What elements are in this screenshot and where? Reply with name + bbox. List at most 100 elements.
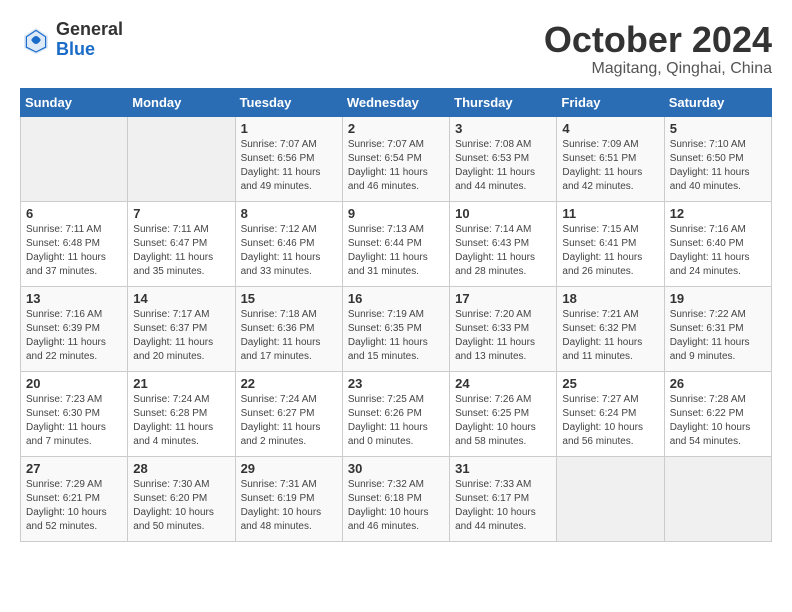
- calendar-cell: 1 Sunrise: 7:07 AMSunset: 6:56 PMDaylight…: [235, 116, 342, 201]
- day-info: Sunrise: 7:22 AMSunset: 6:31 PMDaylight:…: [670, 308, 766, 364]
- day-number: 17: [455, 291, 551, 306]
- calendar-week-row: 6 Sunrise: 7:11 AMSunset: 6:48 PMDaylight…: [21, 201, 772, 286]
- calendar-cell: 20 Sunrise: 7:23 AMSunset: 6:30 PMDayligh…: [21, 371, 128, 456]
- day-number: 24: [455, 376, 551, 391]
- day-info: Sunrise: 7:16 AMSunset: 6:39 PMDaylight:…: [26, 308, 122, 364]
- day-info: Sunrise: 7:12 AMSunset: 6:46 PMDaylight:…: [241, 223, 337, 279]
- day-number: 2: [348, 121, 444, 136]
- day-number: 26: [670, 376, 766, 391]
- day-number: 31: [455, 461, 551, 476]
- calendar-cell: [664, 456, 771, 541]
- day-info: Sunrise: 7:14 AMSunset: 6:43 PMDaylight:…: [455, 223, 551, 279]
- day-number: 9: [348, 206, 444, 221]
- calendar-cell: 14 Sunrise: 7:17 AMSunset: 6:37 PMDayligh…: [128, 286, 235, 371]
- weekday-header-row: SundayMondayTuesdayWednesdayThursdayFrid…: [21, 88, 772, 116]
- calendar-cell: 9 Sunrise: 7:13 AMSunset: 6:44 PMDaylight…: [342, 201, 449, 286]
- calendar-cell: 7 Sunrise: 7:11 AMSunset: 6:47 PMDaylight…: [128, 201, 235, 286]
- day-number: 28: [133, 461, 229, 476]
- calendar-table: SundayMondayTuesdayWednesdayThursdayFrid…: [20, 88, 772, 542]
- calendar-week-row: 13 Sunrise: 7:16 AMSunset: 6:39 PMDayligh…: [21, 286, 772, 371]
- day-info: Sunrise: 7:25 AMSunset: 6:26 PMDaylight:…: [348, 393, 444, 449]
- calendar-cell: 24 Sunrise: 7:26 AMSunset: 6:25 PMDayligh…: [450, 371, 557, 456]
- day-info: Sunrise: 7:17 AMSunset: 6:37 PMDaylight:…: [133, 308, 229, 364]
- calendar-cell: 22 Sunrise: 7:24 AMSunset: 6:27 PMDayligh…: [235, 371, 342, 456]
- weekday-header: Sunday: [21, 88, 128, 116]
- day-number: 21: [133, 376, 229, 391]
- day-info: Sunrise: 7:27 AMSunset: 6:24 PMDaylight:…: [562, 393, 658, 449]
- weekday-header: Friday: [557, 88, 664, 116]
- day-number: 27: [26, 461, 122, 476]
- day-number: 13: [26, 291, 122, 306]
- calendar-cell: 23 Sunrise: 7:25 AMSunset: 6:26 PMDayligh…: [342, 371, 449, 456]
- logo: General Blue: [20, 20, 123, 60]
- day-info: Sunrise: 7:33 AMSunset: 6:17 PMDaylight:…: [455, 478, 551, 534]
- day-info: Sunrise: 7:23 AMSunset: 6:30 PMDaylight:…: [26, 393, 122, 449]
- day-info: Sunrise: 7:30 AMSunset: 6:20 PMDaylight:…: [133, 478, 229, 534]
- day-number: 14: [133, 291, 229, 306]
- calendar-cell: 25 Sunrise: 7:27 AMSunset: 6:24 PMDayligh…: [557, 371, 664, 456]
- day-number: 29: [241, 461, 337, 476]
- calendar-cell: 21 Sunrise: 7:24 AMSunset: 6:28 PMDayligh…: [128, 371, 235, 456]
- day-number: 3: [455, 121, 551, 136]
- calendar-cell: 26 Sunrise: 7:28 AMSunset: 6:22 PMDayligh…: [664, 371, 771, 456]
- day-info: Sunrise: 7:13 AMSunset: 6:44 PMDaylight:…: [348, 223, 444, 279]
- day-info: Sunrise: 7:08 AMSunset: 6:53 PMDaylight:…: [455, 138, 551, 194]
- day-info: Sunrise: 7:07 AMSunset: 6:54 PMDaylight:…: [348, 138, 444, 194]
- weekday-header: Tuesday: [235, 88, 342, 116]
- day-number: 20: [26, 376, 122, 391]
- calendar-cell: 19Sunrise: 7:22 AMSunset: 6:31 PMDayligh…: [664, 286, 771, 371]
- day-number: 30: [348, 461, 444, 476]
- day-info: Sunrise: 7:15 AMSunset: 6:41 PMDaylight:…: [562, 223, 658, 279]
- day-info: Sunrise: 7:32 AMSunset: 6:18 PMDaylight:…: [348, 478, 444, 534]
- day-info: Sunrise: 7:28 AMSunset: 6:22 PMDaylight:…: [670, 393, 766, 449]
- logo-icon: [20, 24, 52, 56]
- month-title: October 2024: [544, 20, 772, 60]
- day-number: 25: [562, 376, 658, 391]
- day-info: Sunrise: 7:29 AMSunset: 6:21 PMDaylight:…: [26, 478, 122, 534]
- day-number: 11: [562, 206, 658, 221]
- location: Magitang, Qinghai, China: [544, 60, 772, 78]
- day-number: 10: [455, 206, 551, 221]
- weekday-header: Thursday: [450, 88, 557, 116]
- calendar-cell: 28 Sunrise: 7:30 AMSunset: 6:20 PMDayligh…: [128, 456, 235, 541]
- day-info: Sunrise: 7:24 AMSunset: 6:27 PMDaylight:…: [241, 393, 337, 449]
- day-number: 12: [670, 206, 766, 221]
- day-info: Sunrise: 7:09 AMSunset: 6:51 PMDaylight:…: [562, 138, 658, 194]
- day-number: 1: [241, 121, 337, 136]
- day-number: 8: [241, 206, 337, 221]
- day-number: 4: [562, 121, 658, 136]
- calendar-cell: 16Sunrise: 7:19 AMSunset: 6:35 PMDayligh…: [342, 286, 449, 371]
- calendar-cell: 18Sunrise: 7:21 AMSunset: 6:32 PMDayligh…: [557, 286, 664, 371]
- calendar-cell: 4 Sunrise: 7:09 AMSunset: 6:51 PMDaylight…: [557, 116, 664, 201]
- calendar-cell: [557, 456, 664, 541]
- day-number: 6: [26, 206, 122, 221]
- day-number: 5: [670, 121, 766, 136]
- day-number: 7: [133, 206, 229, 221]
- day-number: 23: [348, 376, 444, 391]
- day-info: Sunrise: 7:31 AMSunset: 6:19 PMDaylight:…: [241, 478, 337, 534]
- calendar-cell: 3 Sunrise: 7:08 AMSunset: 6:53 PMDaylight…: [450, 116, 557, 201]
- day-number: 22: [241, 376, 337, 391]
- calendar-week-row: 27 Sunrise: 7:29 AMSunset: 6:21 PMDayligh…: [21, 456, 772, 541]
- calendar-cell: 31 Sunrise: 7:33 AMSunset: 6:17 PMDayligh…: [450, 456, 557, 541]
- title-block: October 2024 Magitang, Qinghai, China: [544, 20, 772, 78]
- calendar-week-row: 1 Sunrise: 7:07 AMSunset: 6:56 PMDaylight…: [21, 116, 772, 201]
- page-header: General Blue October 2024 Magitang, Qing…: [20, 20, 772, 78]
- calendar-cell: 17Sunrise: 7:20 AMSunset: 6:33 PMDayligh…: [450, 286, 557, 371]
- calendar-cell: 15Sunrise: 7:18 AMSunset: 6:36 PMDayligh…: [235, 286, 342, 371]
- calendar-cell: 12 Sunrise: 7:16 AMSunset: 6:40 PMDayligh…: [664, 201, 771, 286]
- calendar-cell: 5 Sunrise: 7:10 AMSunset: 6:50 PMDaylight…: [664, 116, 771, 201]
- calendar-cell: 29 Sunrise: 7:31 AMSunset: 6:19 PMDayligh…: [235, 456, 342, 541]
- day-info: Sunrise: 7:10 AMSunset: 6:50 PMDaylight:…: [670, 138, 766, 194]
- calendar-cell: [21, 116, 128, 201]
- day-number: 16: [348, 291, 444, 306]
- day-info: Sunrise: 7:26 AMSunset: 6:25 PMDaylight:…: [455, 393, 551, 449]
- calendar-cell: 11 Sunrise: 7:15 AMSunset: 6:41 PMDayligh…: [557, 201, 664, 286]
- day-info: Sunrise: 7:16 AMSunset: 6:40 PMDaylight:…: [670, 223, 766, 279]
- day-info: Sunrise: 7:24 AMSunset: 6:28 PMDaylight:…: [133, 393, 229, 449]
- day-info: Sunrise: 7:07 AMSunset: 6:56 PMDaylight:…: [241, 138, 337, 194]
- day-number: 15: [241, 291, 337, 306]
- day-info: Sunrise: 7:21 AMSunset: 6:32 PMDaylight:…: [562, 308, 658, 364]
- day-info: Sunrise: 7:11 AMSunset: 6:48 PMDaylight:…: [26, 223, 122, 279]
- day-info: Sunrise: 7:11 AMSunset: 6:47 PMDaylight:…: [133, 223, 229, 279]
